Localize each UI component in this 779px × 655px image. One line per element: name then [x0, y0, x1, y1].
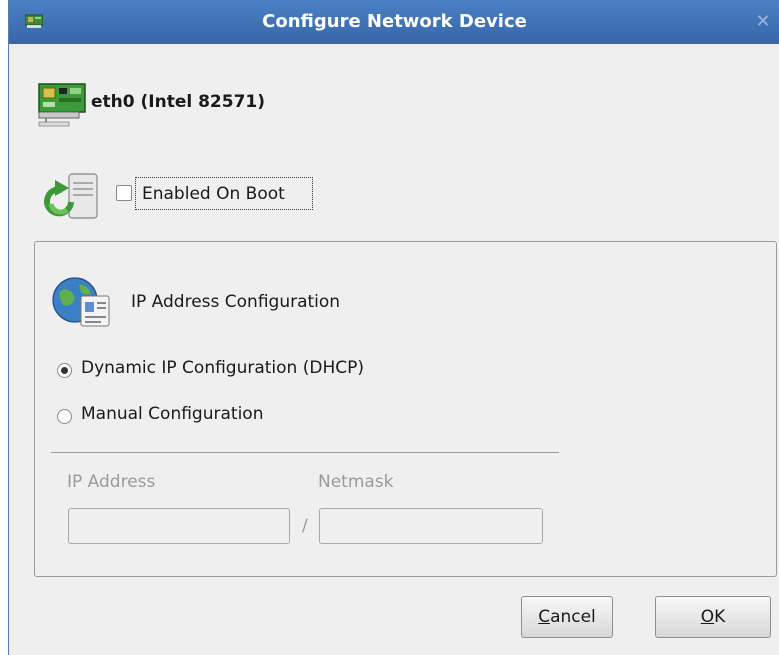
- dhcp-radio[interactable]: [57, 363, 72, 378]
- ip-config-title: IP Address Configuration: [131, 292, 341, 312]
- window-title: Configure Network Device: [262, 11, 527, 32]
- ip-address-label: IP Address: [67, 472, 156, 492]
- configure-network-dialog: Configure Network Device ✕ eth0 (Intel 8…: [8, 0, 779, 655]
- close-icon[interactable]: ✕: [752, 11, 774, 33]
- manual-config-label[interactable]: Manual Configuration: [81, 404, 263, 424]
- ip-configuration-frame: IP Address Configuration Dynamic IP Conf…: [34, 241, 777, 577]
- ok-label: K: [714, 607, 726, 627]
- enabled-on-boot-label[interactable]: Enabled On Boot: [135, 177, 313, 210]
- cancel-mnemonic: C: [538, 607, 551, 627]
- dhcp-radio-label[interactable]: Dynamic IP Configuration (DHCP): [81, 358, 364, 378]
- device-name: eth0 (Intel 82571): [91, 92, 266, 112]
- cancel-label: ancel: [550, 607, 596, 627]
- manual-config-radio[interactable]: [57, 409, 72, 424]
- title-bar[interactable]: Configure Network Device ✕: [9, 0, 779, 44]
- network-card-icon: [38, 83, 86, 127]
- netmask-input[interactable]: [319, 508, 543, 544]
- enabled-on-boot-checkbox[interactable]: [116, 185, 132, 201]
- ok-button[interactable]: OK: [655, 596, 771, 638]
- server-refresh-icon: [44, 173, 98, 219]
- globe-id-card-icon: [52, 277, 110, 327]
- radio-selected-dot: [61, 367, 68, 374]
- ip-netmask-separator: /: [302, 516, 308, 536]
- netmask-label: Netmask: [318, 472, 394, 492]
- separator: [51, 452, 559, 453]
- ip-address-input[interactable]: [68, 508, 290, 544]
- ok-mnemonic: O: [700, 607, 715, 627]
- cancel-button[interactable]: Cancel: [521, 596, 613, 638]
